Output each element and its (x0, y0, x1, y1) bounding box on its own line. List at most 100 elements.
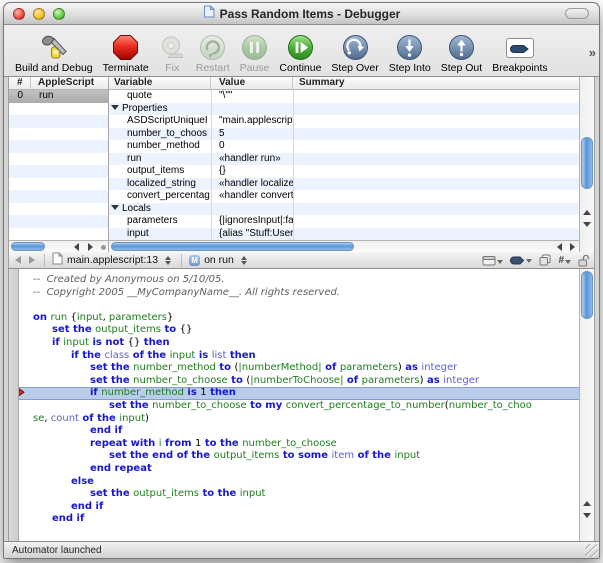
code-line[interactable]: end if (19, 501, 579, 514)
toolbar-button-label: Step Out (440, 62, 483, 74)
code-line[interactable]: else (19, 476, 579, 489)
variable-row[interactable]: parameters {|ignoresInput|:fa (109, 215, 579, 228)
zoom-button[interactable] (53, 7, 65, 20)
variable-value-cell: {} (219, 165, 226, 176)
variables-col-value[interactable]: Value (211, 77, 293, 90)
toolbar-step-over-button[interactable]: Step Over (326, 27, 383, 75)
variables-vscroll-thumb[interactable] (581, 137, 593, 189)
editor-navbar: main.applescript:13 M on run # (8, 251, 595, 269)
scope-popup-label[interactable]: on run (204, 254, 234, 266)
variable-value-cell: {|ignoresInput|:fa (219, 215, 293, 226)
toolbar-step-into-button[interactable]: Step Into (384, 27, 436, 75)
variable-summary-cell (293, 115, 579, 128)
variable-group-row[interactable]: Properties (109, 102, 579, 115)
close-button[interactable] (13, 7, 25, 20)
variable-row[interactable]: input {alias "Stuff:Users (109, 227, 579, 240)
disclosure-triangle-icon[interactable] (111, 104, 119, 110)
file-popup-stepper-icon[interactable] (165, 255, 172, 265)
variable-row[interactable]: convert_percentag «handler convert (109, 190, 579, 203)
column-divider[interactable] (293, 90, 294, 240)
breakpoint-pill-icon[interactable] (510, 256, 533, 265)
scope-popup-stepper-icon[interactable] (240, 255, 247, 265)
stack-empty-row (9, 128, 108, 141)
stack-hscroll-thumb[interactable] (11, 242, 45, 251)
code-token: number_method (133, 362, 216, 374)
variable-name-cell: convert_percentag (127, 190, 210, 201)
code-line[interactable]: if the class of the input is list then (19, 350, 579, 363)
code-line[interactable]: set the output_items to {} (19, 324, 579, 337)
variables-hscroll-left-arrow-icon[interactable] (553, 241, 565, 252)
resize-grip-icon[interactable] (585, 544, 598, 557)
code-line[interactable]: se, count of the input) (19, 413, 579, 426)
lock-icon[interactable] (578, 254, 590, 267)
code-line[interactable]: set the number_to_choose to (|numberToCh… (19, 375, 579, 388)
nav-forward-icon[interactable] (29, 256, 35, 264)
current-execution-line[interactable]: if number_method is 1 then (19, 387, 579, 400)
column-divider[interactable] (211, 90, 212, 240)
code-line[interactable] (19, 299, 579, 312)
stack-col-applescript[interactable]: AppleScript (31, 77, 108, 90)
code-token: of the (354, 450, 395, 462)
variable-row[interactable]: number_method 0 (109, 140, 579, 153)
toolbar-breakpoints-button[interactable]: Breakpoints (487, 27, 552, 75)
stack-frame-row[interactable]: 0 run (9, 90, 108, 103)
code-line[interactable]: set the number_method to (|numberMethod|… (19, 362, 579, 375)
stack-pane: # AppleScript 0 run (9, 77, 109, 252)
editor-gutter[interactable] (9, 269, 19, 541)
line-numbers-icon[interactable]: # (558, 255, 571, 266)
toolbar-build-and-debug-button[interactable]: Build and Debug (10, 27, 98, 75)
stack-col-num[interactable]: # (9, 77, 31, 90)
variable-row[interactable]: quote "\"" (109, 90, 579, 103)
variable-row[interactable]: run «handler run» (109, 152, 579, 165)
variable-row[interactable]: localized_string «handler localize (109, 177, 579, 190)
editor-vscroll-thumb[interactable] (581, 271, 593, 319)
variables-hscrollbar (109, 240, 579, 252)
variable-row[interactable]: output_items {} (109, 165, 579, 178)
toolbar-continue-button[interactable]: Continue (274, 27, 326, 75)
copy-icon[interactable] (539, 254, 551, 266)
variable-value-cell: "\"" (219, 90, 233, 101)
stack-hscroll-left-arrow-icon[interactable] (70, 241, 82, 252)
variable-row[interactable]: ASDScriptUniqueI "main.applescript (109, 115, 579, 128)
method-icon: M (189, 254, 201, 266)
disclosure-triangle-icon[interactable] (111, 204, 119, 210)
variable-value-cell: "main.applescript (219, 115, 293, 126)
variable-name-cell: Locals (109, 203, 211, 216)
toolbar-overflow-chevron-icon[interactable]: » (589, 45, 596, 60)
code-line[interactable]: -- Created by Anonymous on 5/10/05. (19, 274, 579, 287)
file-popup-label[interactable]: main.applescript:13 (67, 254, 158, 266)
code-line[interactable]: repeat with i from 1 to the number_to_ch… (19, 438, 579, 451)
editor-vscroll-up-arrow-icon[interactable] (580, 498, 594, 509)
code-line[interactable]: -- Copyright 2005 __MyCompanyName__. All… (19, 287, 579, 300)
code-line[interactable]: on run {input, parameters} (19, 312, 579, 325)
editor-vscroll-down-arrow-icon[interactable] (580, 510, 594, 521)
code-editor[interactable]: -- Created by Anonymous on 5/10/05. -- Co… (8, 269, 595, 541)
stack-hscroll-right-arrow-icon[interactable] (84, 241, 96, 252)
counterpart-icon[interactable] (482, 255, 504, 266)
variables-hscroll-thumb[interactable] (111, 242, 354, 251)
toolbar-terminate-button[interactable]: Terminate (98, 27, 154, 75)
variables-vscroll-up-arrow-icon[interactable] (580, 207, 594, 218)
code-line[interactable]: end if (19, 425, 579, 438)
variable-row[interactable]: number_to_choos 5 (109, 127, 579, 140)
toolbar-toggle-pill[interactable] (565, 8, 589, 19)
title-bar[interactable]: Pass Random Items - Debugger (4, 3, 599, 25)
code-line[interactable]: set the output_items to the input (19, 488, 579, 501)
pane-splitter-dot[interactable] (101, 244, 106, 250)
code-token: number_to_choose (242, 437, 337, 449)
code-line[interactable]: set the number_to_choose to my convert_p… (19, 400, 579, 413)
minimize-button[interactable] (33, 7, 45, 20)
code-token: {} (127, 336, 141, 348)
code-line[interactable]: end repeat (19, 463, 579, 476)
code-line[interactable]: set the end of the output_items to some … (19, 450, 579, 463)
stack-empty-row (9, 103, 108, 116)
variables-col-summary[interactable]: Summary (293, 77, 579, 90)
toolbar-step-out-button[interactable]: Step Out (436, 27, 487, 75)
code-line[interactable]: if input is not {} then (19, 337, 579, 350)
variables-vscroll-down-arrow-icon[interactable] (580, 219, 594, 230)
variables-col-variable[interactable]: Variable (109, 77, 211, 90)
code-line[interactable]: end if (19, 513, 579, 526)
nav-back-icon[interactable] (15, 256, 21, 264)
variables-hscroll-right-arrow-icon[interactable] (566, 241, 578, 252)
variable-group-row[interactable]: Locals (109, 202, 579, 216)
